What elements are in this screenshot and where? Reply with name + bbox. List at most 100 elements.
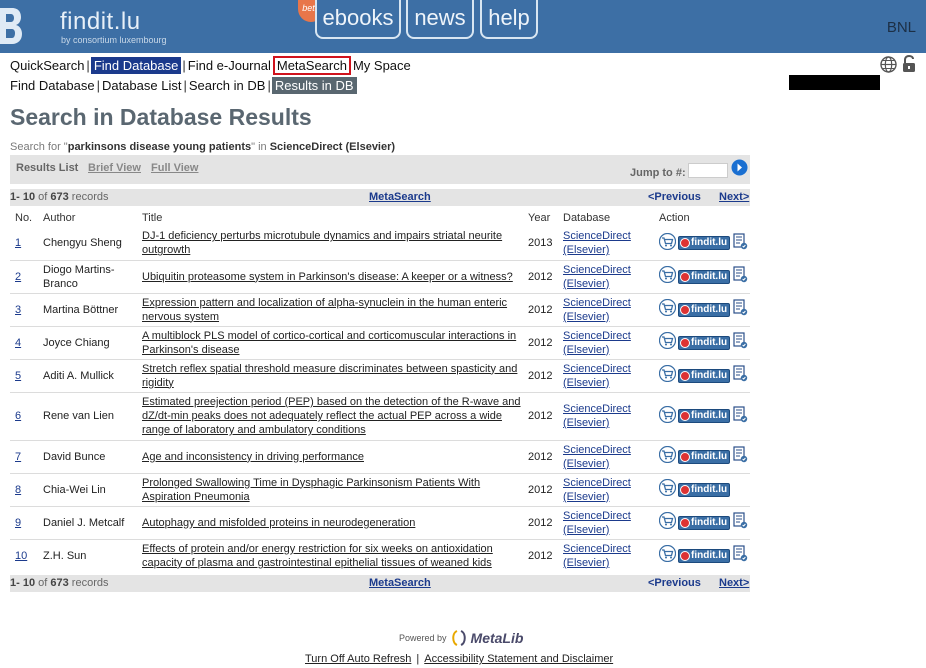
cart-icon[interactable] [658, 545, 677, 566]
go-arrow-icon[interactable] [731, 159, 748, 176]
footer-separator: | [416, 653, 420, 665]
database-link[interactable]: ScienceDirect (Elsevier) [563, 363, 631, 389]
database-link[interactable]: ScienceDirect (Elsevier) [563, 403, 631, 429]
title-link[interactable]: A multiblock PLS model of cortico-cortic… [142, 330, 516, 356]
news-tab[interactable]: news [406, 0, 474, 39]
database-link[interactable]: ScienceDirect (Elsevier) [563, 297, 631, 323]
record-number-link[interactable]: 5 [15, 370, 21, 382]
nav-my-space[interactable]: My Space [352, 58, 412, 73]
subnav-database-list[interactable]: Database List [101, 78, 183, 93]
search-database: ScienceDirect (Elsevier) [269, 141, 396, 153]
full-text-doc-icon[interactable] [732, 512, 748, 533]
full-text-doc-icon[interactable] [732, 332, 748, 353]
title-link[interactable]: Estimated preejection period (PEP) based… [142, 396, 521, 436]
year-cell: 2012 [523, 358, 558, 392]
full-text-doc-icon[interactable] [732, 299, 748, 320]
cart-icon[interactable] [658, 298, 677, 320]
previous-link[interactable]: <Previous [648, 191, 701, 203]
database-cell: ScienceDirect (Elsevier) [558, 259, 654, 293]
findit-button[interactable]: findit.lu [678, 236, 731, 251]
subnav-find-database[interactable]: Find Database [9, 78, 96, 93]
action-group: findit.lu [658, 364, 750, 386]
title-link[interactable]: Autophagy and misfolded proteins in neur… [142, 517, 415, 529]
full-text-doc-icon[interactable] [732, 446, 748, 467]
title-link[interactable]: Prolonged Swallowing Time in Dysphagic P… [142, 477, 480, 503]
record-number-link[interactable]: 2 [15, 271, 21, 283]
unlock-icon[interactable] [902, 55, 916, 73]
brief-view-link[interactable]: Brief View [88, 162, 141, 174]
database-link[interactable]: ScienceDirect (Elsevier) [563, 510, 631, 536]
page-title: Search in Database Results [10, 104, 312, 130]
record-number-link[interactable]: 6 [15, 410, 21, 422]
turn-off-auto-refresh-link[interactable]: Turn Off Auto Refresh [305, 653, 411, 665]
full-text-doc-icon[interactable] [732, 405, 748, 427]
title-link[interactable]: Ubiquitin proteasome system in Parkinson… [142, 271, 513, 283]
findit-logo-icon[interactable] [0, 8, 22, 44]
cart-icon[interactable] [658, 478, 677, 500]
title-link[interactable]: Stretch reflex spatial threshold measure… [142, 363, 517, 389]
database-link[interactable]: ScienceDirect (Elsevier) [563, 477, 631, 503]
full-text-doc-icon[interactable] [732, 545, 748, 566]
action-group: findit.lu [658, 298, 750, 320]
ebooks-tab[interactable]: ebooks [315, 0, 401, 39]
cart-icon[interactable] [658, 445, 677, 467]
findit-dot-icon [680, 271, 690, 282]
accessibility-statement-link[interactable]: Accessibility Statement and Disclaimer [424, 653, 613, 665]
title-link[interactable]: Expression pattern and localization of a… [142, 297, 507, 323]
record-number-link[interactable]: 8 [15, 484, 21, 496]
cart-icon[interactable] [658, 331, 677, 353]
title-link[interactable]: Effects of protein and/or energy restric… [142, 543, 493, 569]
full-text-doc-icon[interactable] [732, 365, 748, 386]
database-link[interactable]: ScienceDirect (Elsevier) [563, 264, 631, 290]
record-number-link[interactable]: 10 [15, 550, 27, 562]
findit-button[interactable]: findit.lu [678, 368, 731, 383]
findit-button[interactable]: findit.lu [678, 515, 731, 530]
globe-icon[interactable] [880, 56, 897, 73]
findit-label: findit.lu [691, 237, 728, 249]
findit-button[interactable]: findit.lu [678, 409, 731, 423]
logo-text[interactable]: findit.lu [60, 8, 141, 36]
title-link[interactable]: DJ-1 deficiency perturbs microtubule dyn… [142, 230, 502, 256]
metasearch-link[interactable]: MetaSearch [369, 191, 431, 203]
cart-icon[interactable] [658, 265, 677, 287]
database-link[interactable]: ScienceDirect (Elsevier) [563, 230, 631, 256]
cart-icon[interactable] [658, 511, 677, 533]
help-tab[interactable]: help [480, 0, 538, 39]
findit-button[interactable]: findit.lu [678, 335, 731, 350]
next-link[interactable]: Next> [719, 577, 749, 589]
subnav-search-in-db[interactable]: Search in DB [188, 78, 267, 93]
database-cell: ScienceDirect (Elsevier) [558, 391, 654, 440]
findit-button[interactable]: findit.lu [678, 449, 731, 464]
full-text-doc-icon[interactable] [732, 266, 748, 287]
title-link[interactable]: Age and inconsistency in driving perform… [142, 451, 364, 463]
cart-icon[interactable] [658, 405, 677, 427]
row-number-cell: 2 [10, 259, 38, 293]
record-number-link[interactable]: 7 [15, 451, 21, 463]
record-number-link[interactable]: 3 [15, 304, 21, 316]
database-link[interactable]: ScienceDirect (Elsevier) [563, 330, 631, 356]
powered-by: Powered by MetaLib [399, 629, 523, 647]
findit-button[interactable]: findit.lu [678, 302, 731, 317]
jump-to-input[interactable] [688, 163, 728, 178]
record-number-link[interactable]: 4 [15, 337, 21, 349]
previous-link[interactable]: <Previous [648, 577, 701, 589]
findit-button[interactable]: findit.lu [678, 548, 731, 563]
cart-icon[interactable] [658, 232, 677, 254]
nav-metasearch[interactable]: MetaSearch [272, 55, 351, 75]
full-text-doc-icon[interactable] [732, 233, 748, 254]
metasearch-link[interactable]: MetaSearch [369, 577, 431, 589]
nav-quicksearch[interactable]: QuickSearch [9, 58, 85, 73]
header-action: Action [659, 212, 690, 224]
findit-button[interactable]: findit.lu [678, 482, 731, 497]
subnav-results-in-db[interactable]: Results in DB [271, 76, 357, 94]
nav-find-ejournal[interactable]: Find e-Journal [187, 58, 272, 73]
cart-icon[interactable] [658, 364, 677, 386]
full-view-link[interactable]: Full View [151, 162, 198, 174]
record-number-link[interactable]: 1 [15, 237, 21, 249]
database-link[interactable]: ScienceDirect (Elsevier) [563, 543, 631, 569]
findit-button[interactable]: findit.lu [678, 269, 731, 284]
next-link[interactable]: Next> [719, 191, 749, 203]
database-link[interactable]: ScienceDirect (Elsevier) [563, 444, 631, 470]
record-number-link[interactable]: 9 [15, 517, 21, 529]
nav-find-database[interactable]: Find Database [90, 56, 182, 74]
